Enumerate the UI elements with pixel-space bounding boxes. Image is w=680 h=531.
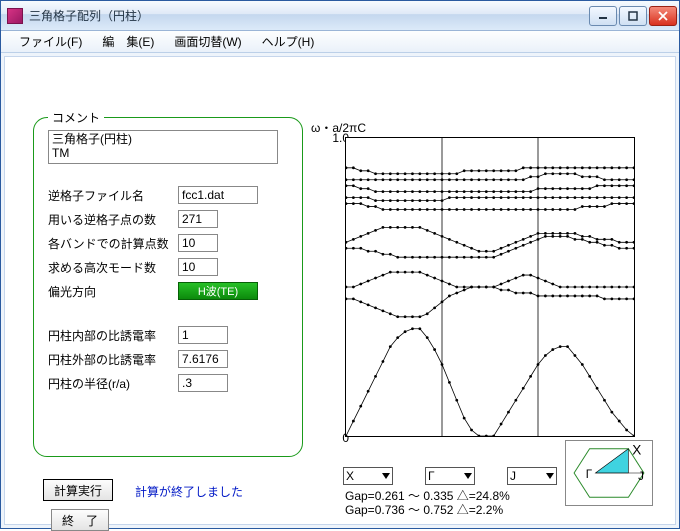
label-modes: 求める高次モード数 xyxy=(48,259,178,276)
label-eps-in: 円柱内部の比誘電率 xyxy=(48,327,178,344)
maximize-button[interactable] xyxy=(619,6,647,26)
label-recip-file: 逆格子ファイル名 xyxy=(48,187,178,204)
gap-line-1: Gap=0.261 ～ 0.335 △=24.8% xyxy=(345,489,510,503)
app-icon xyxy=(7,8,23,24)
minimize-button[interactable] xyxy=(589,6,617,26)
label-eps-out: 円柱外部の比誘電率 xyxy=(48,351,178,368)
app-window: 三角格子配列（円柱） ファイル(F) 編 集(E) 画面切替(W) ヘルプ(H)… xyxy=(0,0,680,529)
svg-text:Γ: Γ xyxy=(586,468,593,481)
kpath-select-1[interactable]: X xyxy=(343,467,393,485)
chevron-down-icon xyxy=(546,473,554,479)
chevron-down-icon xyxy=(382,473,390,479)
label-radius: 円柱の半径(r/a) xyxy=(48,375,178,392)
window-title: 三角格子配列（円柱） xyxy=(29,7,149,24)
input-recip-points[interactable] xyxy=(178,210,218,228)
label-polarization: 偏光方向 xyxy=(48,283,178,300)
kpath-select-2[interactable]: Γ xyxy=(425,467,475,485)
polarization-toggle[interactable]: H波(TE) xyxy=(178,282,258,300)
brillouin-zone-diagram: Γ X J xyxy=(565,440,653,506)
input-eps-out[interactable] xyxy=(178,350,228,368)
menu-file[interactable]: ファイル(F) xyxy=(19,33,82,50)
parameter-group: コメント 三角格子(円柱) TM 逆格子ファイル名 用いる逆格子点の数 各バンド… xyxy=(33,117,303,457)
input-radius[interactable] xyxy=(178,374,228,392)
input-modes[interactable] xyxy=(178,258,218,276)
svg-text:X: X xyxy=(632,443,641,458)
label-recip-points: 用いる逆格子点の数 xyxy=(48,211,178,228)
label-kpoints: 各バンドでの計算点数 xyxy=(48,235,178,252)
kpath-select-3[interactable]: J xyxy=(507,467,557,485)
input-kpoints[interactable] xyxy=(178,234,218,252)
bandstructure-chart: ω・a/2πC 1.0 0 xyxy=(345,123,645,453)
run-button[interactable]: 計算実行 xyxy=(43,479,113,501)
status-text: 計算が終了しました xyxy=(135,483,243,500)
menu-view[interactable]: 画面切替(W) xyxy=(174,33,241,50)
gap-readout: Gap=0.261 ～ 0.335 △=24.8% Gap=0.736 ～ 0.… xyxy=(345,489,510,517)
chevron-down-icon xyxy=(464,473,472,479)
input-recip-file[interactable] xyxy=(178,186,258,204)
menubar: ファイル(F) 編 集(E) 画面切替(W) ヘルプ(H) xyxy=(1,31,679,53)
comment-textarea[interactable]: 三角格子(円柱) TM xyxy=(48,130,278,164)
gap-line-2: Gap=0.736 ～ 0.752 △=2.2% xyxy=(345,503,510,517)
group-caption: コメント xyxy=(48,109,104,126)
close-button[interactable] xyxy=(649,6,677,26)
svg-text:J: J xyxy=(638,470,644,483)
menu-edit[interactable]: 編 集(E) xyxy=(102,33,154,50)
titlebar: 三角格子配列（円柱） xyxy=(1,1,679,31)
menu-help[interactable]: ヘルプ(H) xyxy=(262,33,315,50)
input-eps-in[interactable] xyxy=(178,326,228,344)
client-area: コメント 三角格子(円柱) TM 逆格子ファイル名 用いる逆格子点の数 各バンド… xyxy=(4,56,676,525)
plot-canvas xyxy=(345,137,635,437)
exit-button[interactable]: 終 了 xyxy=(51,509,109,531)
